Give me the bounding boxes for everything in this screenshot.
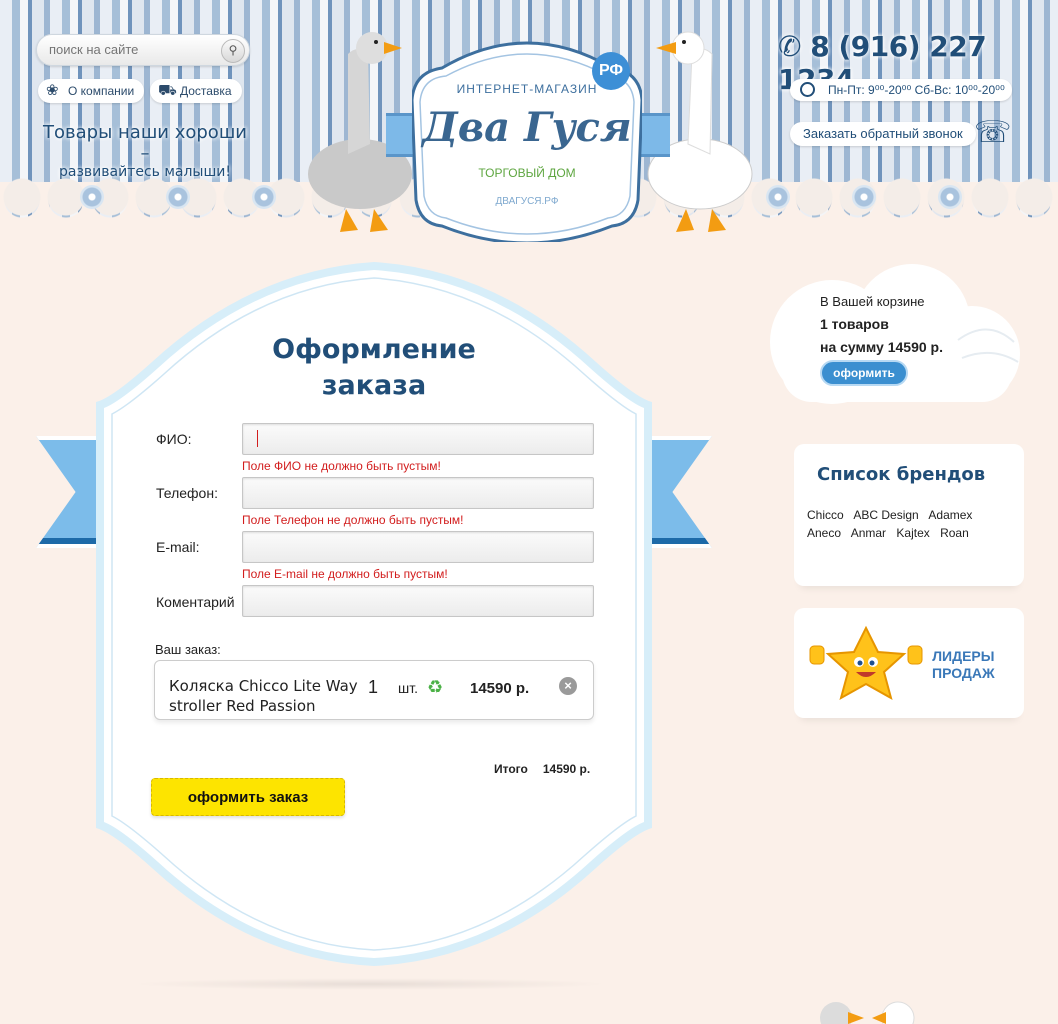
flower-icon: [852, 185, 876, 209]
brand-link[interactable]: Roan: [940, 526, 969, 540]
brand-link[interactable]: Kajtex: [896, 526, 929, 540]
leaders-line1: ЛИДЕРЫ: [932, 648, 995, 664]
slogan: Товары наши хороши – развивайтесь малыши…: [36, 122, 254, 180]
email-label: E-mail:: [156, 539, 200, 555]
cart-text: В Вашей корзине: [820, 294, 925, 309]
geese-footer-icon: [820, 1001, 915, 1024]
truck-icon: ⛟: [158, 82, 177, 99]
working-hours: Пн-Пт: 9⁰⁰-20⁰⁰ Сб-Вс: 10⁰⁰-20⁰⁰: [790, 79, 1012, 101]
leaders-line2: ПРОДАЖ: [932, 665, 995, 681]
flower-icon: [80, 185, 104, 209]
title-line1: Оформление: [272, 334, 476, 365]
comment-input[interactable]: [242, 585, 594, 617]
search-icon[interactable]: ⚲: [221, 39, 245, 63]
refresh-icon[interactable]: ♻: [427, 677, 443, 698]
fio-label: ФИО:: [156, 431, 192, 447]
cart-count: 1 товаров: [820, 316, 889, 332]
item-qty[interactable]: 1: [368, 677, 378, 698]
brand-link[interactable]: Chicco: [807, 508, 844, 522]
flower-icon: [938, 185, 962, 209]
comment-label: Коментарий: [156, 594, 235, 610]
search-box: ⚲: [36, 34, 250, 66]
hours-text: Пн-Пт: 9⁰⁰-20⁰⁰ Сб-Вс: 10⁰⁰-20⁰⁰: [828, 83, 1005, 97]
order-label: Ваш заказ:: [155, 642, 221, 657]
phone-error: Поле Телефон не должно быть пустым!: [242, 513, 464, 527]
clock-icon: [800, 82, 815, 97]
slogan-line1: Товары наши хороши –: [43, 122, 247, 164]
fio-input[interactable]: [242, 423, 594, 455]
callback-label: Заказать обратный звонок: [803, 126, 963, 141]
search-input[interactable]: [49, 42, 219, 57]
logo[interactable]: ИНТЕРНЕТ-МАГАЗИН Два Гуся РФ ТОРГОВЫЙ ДО…: [412, 30, 642, 242]
logo-sub: ТОРГОВЫЙ ДОМ: [478, 166, 576, 180]
title-line2: заказа: [321, 370, 427, 401]
order-total: Итого 14590 р.: [494, 762, 590, 776]
brand-link[interactable]: Adamex: [928, 508, 972, 522]
slogan-line2: развивайтесь малыши!: [58, 164, 232, 180]
logo-name: Два Гуся: [422, 104, 632, 151]
brand-link[interactable]: Anmar: [851, 526, 886, 540]
logo-domain: ДВАГУСЯ.РФ: [495, 196, 559, 207]
item-unit: шт.: [398, 680, 418, 696]
fio-error: Поле ФИО не должно быть пустым!: [242, 459, 441, 473]
logo-badge: РФ: [592, 52, 630, 90]
telephone-icon[interactable]: ☏: [974, 116, 1012, 150]
nav-delivery[interactable]: ⛟ Доставка: [150, 79, 242, 103]
nav-about-label: О компании: [68, 84, 135, 98]
star-mascot-icon: [809, 625, 923, 701]
remove-icon[interactable]: ×: [559, 677, 577, 695]
text-caret: [257, 430, 258, 447]
item-name[interactable]: Коляска Chicco Lite Way stroller Red Pas…: [169, 676, 359, 716]
submit-order-button[interactable]: оформить заказ: [151, 778, 345, 816]
brand-link[interactable]: ABC Design: [853, 508, 918, 522]
callback-button[interactable]: Заказать обратный звонок: [790, 122, 976, 146]
form-shadow: [130, 978, 610, 990]
leaders-label[interactable]: ЛИДЕРЫ ПРОДАЖ: [932, 648, 995, 682]
nav-about[interactable]: ❀ О компании: [38, 79, 145, 103]
total-value: 14590 р.: [542, 762, 591, 776]
goose-icon: ❀: [46, 82, 59, 99]
item-price: 14590 р.: [470, 680, 530, 697]
brand-list: Chicco ABC Design Adamex Aneco Anmar Kaj…: [807, 506, 1017, 542]
total-label: Итого: [494, 762, 528, 776]
email-error: Поле E-mail не должно быть пустым!: [242, 567, 448, 581]
cart-checkout-button[interactable]: оформить: [820, 360, 908, 386]
cart-sum: на сумму 14590 р.: [820, 339, 943, 355]
phone-label: Телефон:: [156, 485, 218, 501]
phone-input[interactable]: [242, 477, 594, 509]
email-input[interactable]: [242, 531, 594, 563]
flower-icon: [166, 185, 190, 209]
page-title: Оформление заказа: [96, 332, 652, 404]
nav-delivery-label: Доставка: [180, 84, 232, 98]
brand-link[interactable]: Aneco: [807, 526, 841, 540]
cart-cloud: [770, 264, 1020, 404]
brands-title: Список брендов: [817, 464, 986, 485]
flower-icon: [252, 185, 276, 209]
